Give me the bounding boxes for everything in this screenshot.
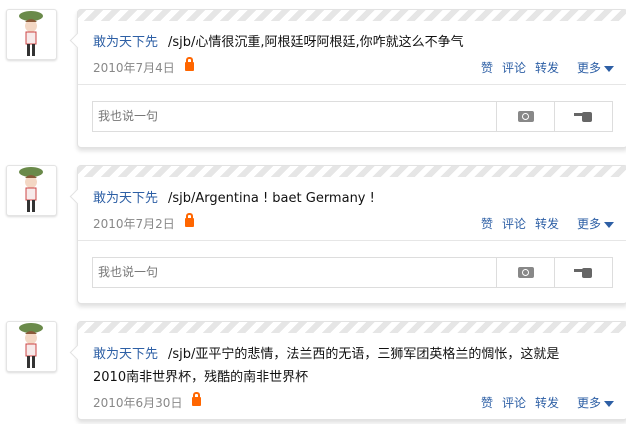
post-date[interactable]: 2010年6月30日 <box>93 394 182 411</box>
author-link[interactable]: 敢为天下先 <box>93 35 158 50</box>
hand-icon <box>573 111 594 122</box>
hand-icon <box>573 267 594 278</box>
chevron-down-icon <box>604 65 614 72</box>
forward-button[interactable]: 转发 <box>535 396 559 410</box>
poke-button[interactable] <box>554 258 612 287</box>
avatar[interactable] <box>6 9 57 60</box>
like-button[interactable]: 赞 <box>481 396 493 410</box>
avatar[interactable] <box>6 321 57 372</box>
post-text: /sjb/Argentina ! baet Germany ! <box>168 191 375 206</box>
forward-button[interactable]: 转发 <box>535 61 559 75</box>
photo-button[interactable] <box>496 258 554 287</box>
chevron-down-icon <box>604 400 614 407</box>
comment-button[interactable]: 评论 <box>502 396 526 410</box>
comment-button[interactable]: 评论 <box>502 61 526 75</box>
chevron-down-icon <box>604 221 614 228</box>
more-button[interactable]: 更多 <box>568 396 614 410</box>
post-text: /sjb/心情很沉重,阿根廷呀阿根廷,你咋就这么不争气 <box>168 35 464 50</box>
more-label: 更多 <box>576 396 601 410</box>
poke-button[interactable] <box>554 102 612 131</box>
camera-icon <box>517 267 534 278</box>
like-button[interactable]: 赞 <box>481 61 493 75</box>
avatar[interactable] <box>6 165 57 216</box>
lock-icon <box>185 213 194 227</box>
photo-button[interactable] <box>496 102 554 131</box>
post-date[interactable]: 2010年7月4日 <box>93 59 175 76</box>
author-link[interactable]: 敢为天下先 <box>93 191 158 206</box>
camera-icon <box>517 111 534 122</box>
author-link[interactable]: 敢为天下先 <box>93 347 158 362</box>
comment-button[interactable]: 评论 <box>502 217 526 231</box>
lock-icon <box>185 57 194 71</box>
reply-input[interactable]: 我也说一句 <box>93 102 496 131</box>
like-button[interactable]: 赞 <box>481 217 493 231</box>
reply-input[interactable]: 我也说一句 <box>93 258 496 287</box>
post-text: /sjb/亚平宁的悲情，法兰西的无语，三狮军团英格兰的惆怅，这就是2010南非世… <box>93 347 560 385</box>
more-label: 更多 <box>576 61 601 75</box>
lock-icon <box>192 392 201 406</box>
more-button[interactable]: 更多 <box>568 61 614 75</box>
post-date[interactable]: 2010年7月2日 <box>93 215 175 232</box>
forward-button[interactable]: 转发 <box>535 217 559 231</box>
more-button[interactable]: 更多 <box>568 217 614 231</box>
more-label: 更多 <box>576 217 601 231</box>
